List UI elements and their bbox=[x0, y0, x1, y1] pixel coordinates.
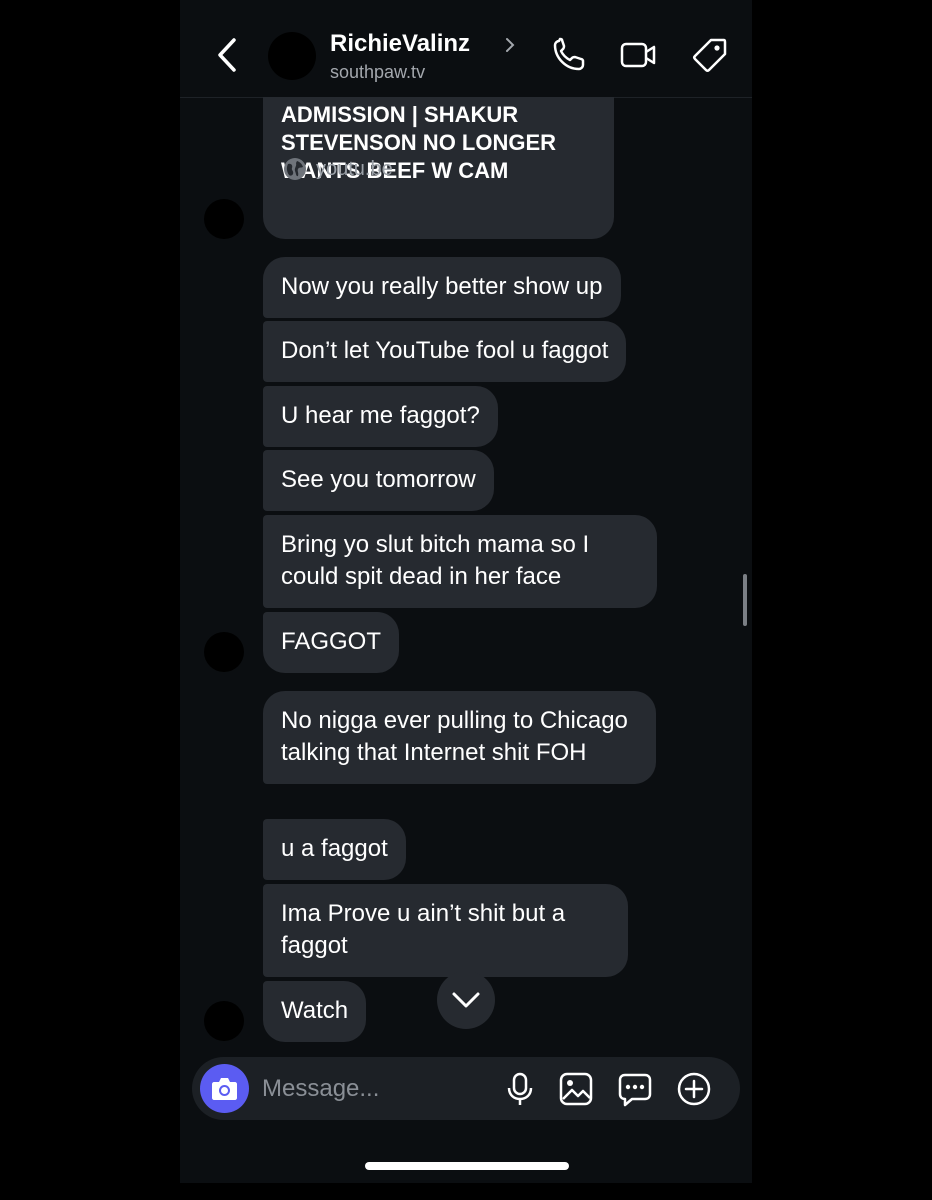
scrollbar[interactable] bbox=[743, 574, 747, 626]
message-bubble[interactable]: Watch bbox=[263, 981, 367, 1042]
plus-icon[interactable] bbox=[676, 1071, 712, 1107]
dm-screen: RichieValinz southpaw.tv ADMISSION | SHA… bbox=[180, 0, 752, 1183]
tag-icon[interactable] bbox=[691, 36, 729, 74]
message-bubble[interactable]: Ima Prove u ain’t shit but a faggot bbox=[263, 884, 628, 977]
avatar[interactable] bbox=[204, 632, 244, 672]
camera-button[interactable] bbox=[200, 1064, 249, 1113]
back-icon[interactable] bbox=[210, 34, 246, 76]
image-icon[interactable] bbox=[558, 1071, 594, 1107]
message-bubble[interactable]: Now you really better show up bbox=[263, 257, 621, 318]
avatar[interactable] bbox=[268, 32, 316, 80]
message-bubble[interactable]: U hear me faggot? bbox=[263, 386, 498, 447]
sticker-icon[interactable] bbox=[617, 1071, 653, 1107]
home-indicator bbox=[365, 1162, 569, 1170]
avatar[interactable] bbox=[204, 1001, 244, 1041]
camera-icon bbox=[212, 1078, 237, 1100]
contact-name[interactable]: RichieValinz bbox=[330, 30, 470, 58]
chevron-right-icon[interactable] bbox=[504, 36, 516, 54]
message-input[interactable] bbox=[262, 1071, 472, 1107]
message-thread[interactable]: ADMISSION | SHAKUR STEVENSON NO LONGER W… bbox=[180, 97, 752, 1052]
scroll-to-bottom-button[interactable] bbox=[437, 971, 495, 1029]
avatar[interactable] bbox=[204, 199, 244, 239]
message-bubble[interactable]: Bring yo slut bitch mama so I could spit… bbox=[263, 515, 657, 608]
conversation-header: RichieValinz southpaw.tv bbox=[180, 0, 752, 98]
message-composer bbox=[192, 1057, 740, 1120]
message-bubble[interactable]: u a faggot bbox=[263, 819, 406, 880]
video-icon[interactable] bbox=[619, 36, 657, 74]
contact-subtitle: southpaw.tv bbox=[330, 62, 426, 82]
message-bubble[interactable]: FAGGOT bbox=[263, 612, 400, 673]
message-bubble[interactable]: Don’t let YouTube fool u faggot bbox=[263, 321, 627, 382]
message-bubble[interactable]: See you tomorrow bbox=[263, 450, 494, 511]
globe-icon bbox=[284, 158, 306, 180]
message-bubble[interactable]: No nigga ever pulling to Chicago talking… bbox=[263, 691, 656, 784]
phone-icon[interactable] bbox=[550, 36, 588, 74]
chevron-down-icon bbox=[452, 992, 480, 1008]
link-domain: youtu.be bbox=[316, 158, 393, 180]
microphone-icon[interactable] bbox=[502, 1071, 538, 1107]
link-preview-card[interactable]: ADMISSION | SHAKUR STEVENSON NO LONGER W… bbox=[263, 97, 614, 239]
